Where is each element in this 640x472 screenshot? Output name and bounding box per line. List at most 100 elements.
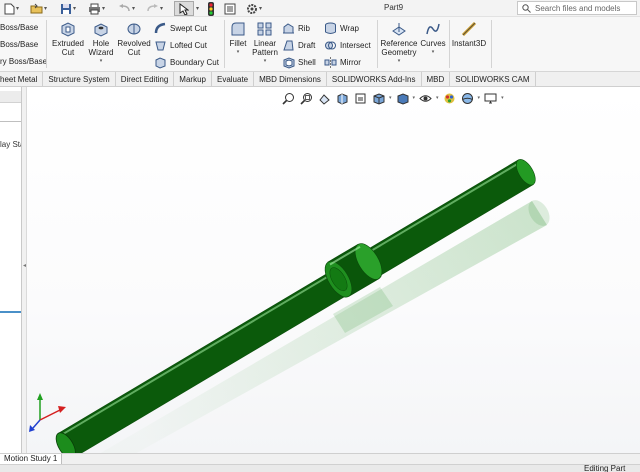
tab-motion-study-1[interactable]: Motion Study 1 <box>0 454 63 464</box>
redo-icon <box>147 3 158 11</box>
search-input[interactable]: Search files and models <box>535 4 620 13</box>
redo-button[interactable]: ▾ <box>146 1 163 16</box>
new-document-icon <box>4 3 15 14</box>
mirror-button[interactable]: Mirror <box>324 55 361 69</box>
tab-solidworks-add-ins[interactable]: SOLIDWORKS Add-Ins <box>327 72 422 87</box>
linear-pattern-label-2: Pattern <box>252 48 278 57</box>
revolved-cut-button[interactable]: Revolved Cut <box>117 21 151 57</box>
swept-cut-label: Swept Cut <box>170 23 207 33</box>
chevron-down-icon[interactable]: ▾ <box>237 49 240 55</box>
chevron-down-icon[interactable]: ▾ <box>44 5 47 12</box>
part-model-view[interactable] <box>27 87 640 453</box>
curves-label: Curves <box>420 39 446 48</box>
chevron-down-icon[interactable]: ▾ <box>16 5 19 12</box>
boss-base-item[interactable]: Boss/Base <box>0 40 38 49</box>
chevron-down-icon[interactable]: ▾ <box>160 5 163 12</box>
boundary-cut-label: Boundary Cut <box>170 57 219 67</box>
chevron-down-icon[interactable]: ▾ <box>100 58 103 64</box>
undo-button[interactable]: ▾ <box>118 1 135 16</box>
shell-icon <box>283 56 295 69</box>
boss-base-item[interactable]: Boss/Base <box>0 23 38 32</box>
graphics-area[interactable]: ▾ ▾ ▾ ▾ ▾ <box>27 87 640 453</box>
splitter-grip-icon[interactable]: ◂ <box>23 262 26 269</box>
undo-icon <box>119 3 130 11</box>
chevron-down-icon[interactable]: ▾ <box>196 5 199 12</box>
title-bar: ▾ ▾ ▾ ▾ ▾ ▾ ▾ ▾ Part9 Search files and m… <box>0 0 640 17</box>
lofted-cut-button[interactable]: Lofted Cut <box>154 38 207 52</box>
chevron-down-icon[interactable]: ▾ <box>132 5 135 12</box>
options-button[interactable]: ▾ <box>246 1 262 16</box>
wrap-button[interactable]: Wrap <box>324 21 359 35</box>
boundary-boss-base-item[interactable]: ry Boss/Base <box>0 57 47 66</box>
save-button[interactable]: ▾ <box>60 1 76 16</box>
shell-label: Shell <box>298 57 316 67</box>
intersect-button[interactable]: Intersect <box>324 38 371 52</box>
chevron-down-icon[interactable]: ▾ <box>432 49 435 55</box>
new-document-button[interactable]: ▾ <box>4 1 19 16</box>
reference-geometry-label-1: Reference <box>380 39 418 48</box>
select-dropdown[interactable]: ▾ <box>195 1 199 16</box>
chevron-down-icon[interactable]: ▾ <box>259 5 262 12</box>
panel-header <box>0 91 21 103</box>
tab-structure-system[interactable]: Structure System <box>43 72 116 87</box>
tab-markup[interactable]: Markup <box>174 72 212 87</box>
traffic-light-icon <box>208 1 214 16</box>
extruded-cut-icon <box>61 22 75 37</box>
ribbon-divider <box>224 20 225 68</box>
printer-icon <box>89 3 100 14</box>
rebuild-button[interactable] <box>206 1 216 16</box>
swept-cut-button[interactable]: Swept Cut <box>154 21 207 35</box>
tab-mbd-dimensions[interactable]: MBD Dimensions <box>254 72 327 87</box>
file-properties-icon <box>224 3 236 14</box>
reference-geometry-button[interactable]: Reference Geometry ▾ <box>379 21 419 64</box>
search-box[interactable]: Search files and models <box>517 1 637 15</box>
select-button[interactable] <box>174 1 194 16</box>
coordinate-triad <box>29 393 66 432</box>
revolved-cut-icon <box>127 23 141 35</box>
display-state-label: lay Sta <box>0 140 21 149</box>
wrap-label: Wrap <box>340 23 359 33</box>
chevron-down-icon[interactable]: ▾ <box>398 58 401 64</box>
cursor-arrow-icon <box>179 2 189 15</box>
tab-sheet-metal[interactable]: heet Metal <box>0 72 44 87</box>
linear-pattern-button[interactable]: Linear Pattern ▾ <box>251 21 279 64</box>
reference-geometry-label-2: Geometry <box>381 48 417 57</box>
instant3d-label: Instant3D <box>451 39 487 48</box>
tab-direct-editing[interactable]: Direct Editing <box>116 72 175 87</box>
instant3d-button[interactable]: Instant3D <box>451 21 487 48</box>
print-button[interactable]: ▾ <box>88 1 105 16</box>
fillet-button[interactable]: Fillet ▾ <box>227 21 249 55</box>
linear-pattern-label-1: Linear <box>253 39 277 48</box>
status-bar: Editing Part <box>0 464 640 472</box>
boundary-cut-button[interactable]: Boundary Cut <box>154 55 219 69</box>
linear-pattern-icon <box>257 22 272 36</box>
bottom-tab-bar: Motion Study 1 <box>0 453 640 464</box>
wrap-icon <box>325 22 336 34</box>
hole-wizard-button[interactable]: Hole Wizard ▾ <box>86 21 116 64</box>
hole-wizard-icon <box>94 23 108 37</box>
instant3d-icon <box>461 21 477 37</box>
status-text: Editing Part <box>584 464 626 472</box>
panel-accent-line <box>0 311 21 313</box>
open-button[interactable]: ▾ <box>30 1 47 16</box>
shell-button[interactable]: Shell <box>282 55 316 69</box>
rib-button[interactable]: Rib <box>282 21 310 35</box>
file-properties-button[interactable] <box>224 1 236 16</box>
swept-cut-icon <box>154 22 166 33</box>
draft-button[interactable]: Draft <box>282 38 315 52</box>
reference-geometry-icon <box>392 23 406 36</box>
tab-evaluate[interactable]: Evaluate <box>212 72 255 87</box>
curves-icon <box>426 23 440 35</box>
draft-icon <box>283 40 294 50</box>
chevron-down-icon[interactable]: ▾ <box>73 5 76 12</box>
chevron-down-icon[interactable]: ▾ <box>264 58 267 64</box>
shaft-body[interactable] <box>52 156 539 453</box>
tab-mbd[interactable]: MBD <box>422 72 451 87</box>
ribbon-divider <box>46 20 47 68</box>
chevron-down-icon[interactable]: ▾ <box>102 5 105 12</box>
tab-solidworks-cam[interactable]: SOLIDWORKS CAM <box>450 72 536 87</box>
ribbon-divider <box>491 20 492 68</box>
curves-button[interactable]: Curves ▾ <box>420 21 446 55</box>
command-manager-tabs: heet Metal Structure System Direct Editi… <box>0 72 640 87</box>
extruded-cut-button[interactable]: Extruded Cut <box>50 21 86 57</box>
